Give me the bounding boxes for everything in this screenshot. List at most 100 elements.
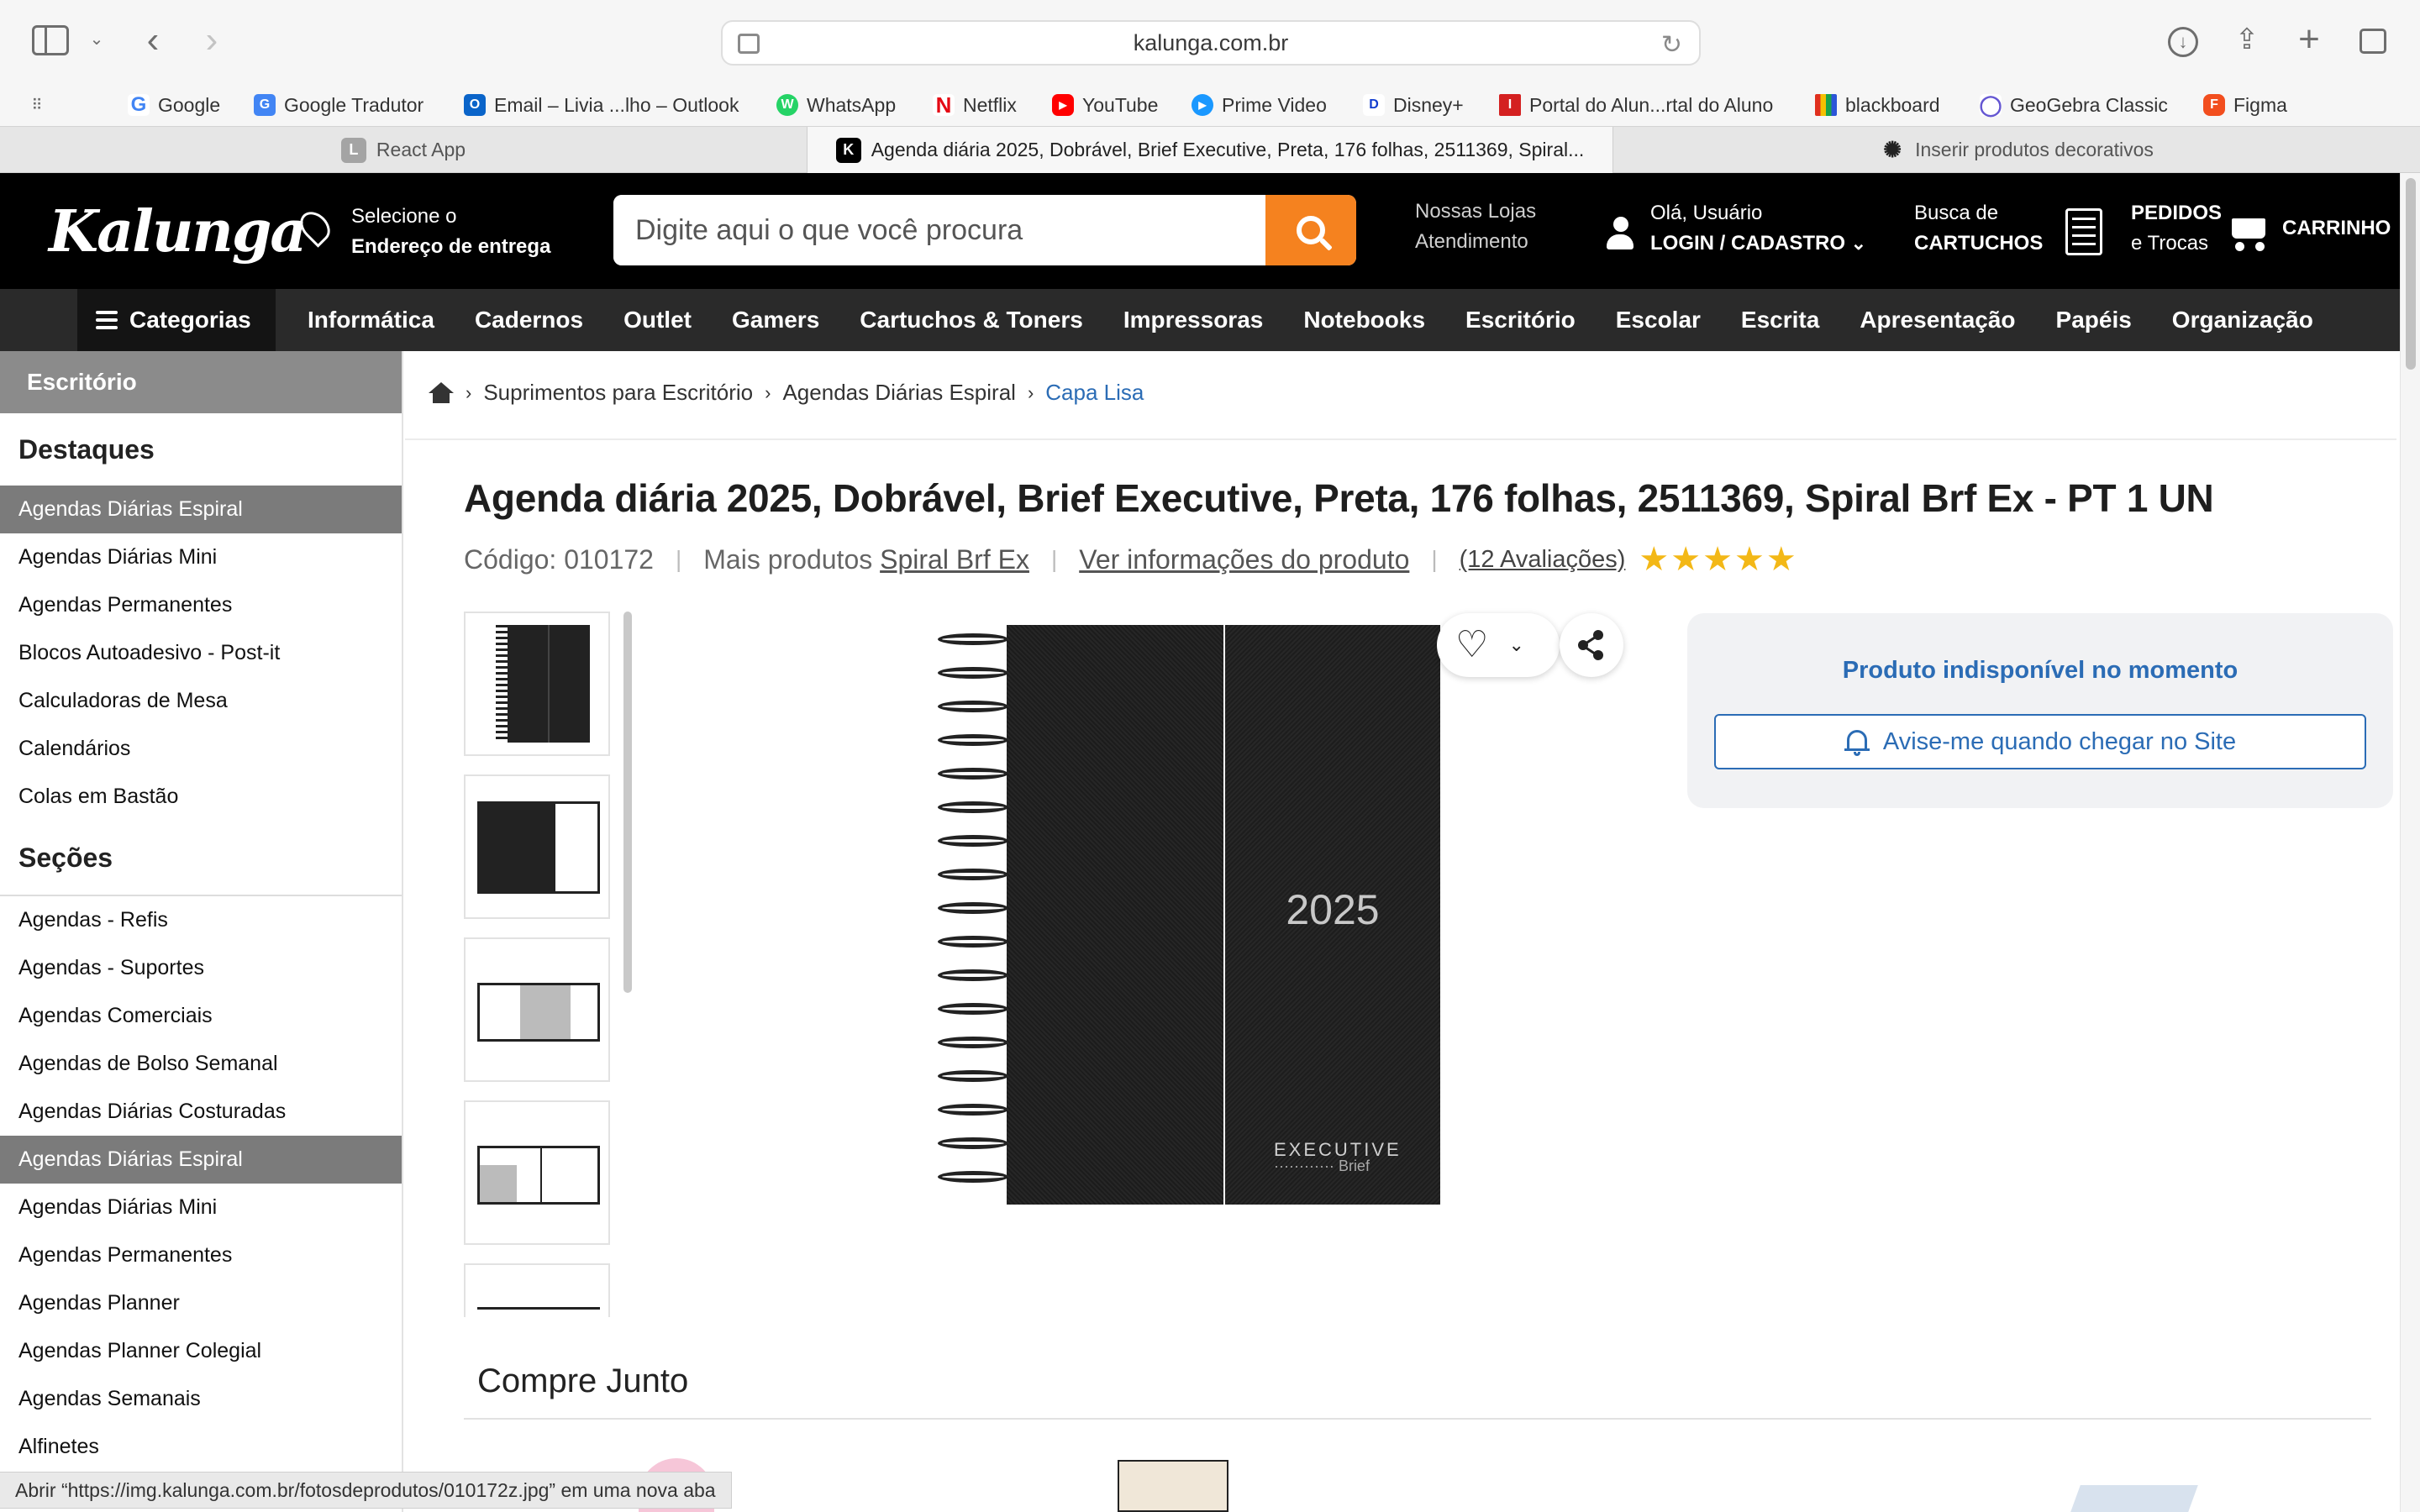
share-icon[interactable]: ⇪ — [2232, 22, 2262, 57]
sidebar-item-agendas-bolso[interactable]: Agendas de Bolso Semanal — [0, 1040, 402, 1088]
orders-link[interactable]: PEDIDOS e Trocas — [2131, 198, 2222, 259]
nav-item-informatica[interactable]: Informática — [308, 307, 434, 333]
nav-item-cadernos[interactable]: Cadernos — [475, 307, 583, 333]
sidebar-item-agendas-refis[interactable]: Agendas - Refis — [0, 896, 402, 944]
bookmark-portal-aluno[interactable]: I Portal do Alun...rtal do Aluno — [1499, 84, 1773, 126]
nav-item-apresentacao[interactable]: Apresentação — [1860, 307, 2015, 333]
nav-item-impressoras[interactable]: Impressoras — [1123, 307, 1264, 333]
sidebar-item-agendas-diarias-espiral[interactable]: Agendas Diárias Espiral — [0, 486, 402, 533]
bookmark-blackboard[interactable]: blackboard — [1815, 84, 1940, 126]
bookmark-outlook[interactable]: O Email – Livia ...lho – Outlook — [464, 84, 739, 126]
page-scrollbar[interactable] — [2400, 173, 2420, 1512]
thumbnail[interactable] — [464, 937, 610, 1082]
ratings-link[interactable]: (12 Avaliações) — [1460, 546, 1626, 574]
bookmark-label: Portal do Alun...rtal do Aluno — [1529, 93, 1774, 116]
related-product-image[interactable] — [2070, 1485, 2198, 1512]
tab-react-app[interactable]: L React App — [0, 127, 807, 173]
product-info-link[interactable]: Ver informações do produto — [1079, 544, 1409, 575]
tab-overview-icon[interactable] — [2360, 29, 2386, 54]
nav-item-cartuchos[interactable]: Cartuchos & Toners — [860, 307, 1083, 333]
favorite-button[interactable]: ♡ ⌄ — [1437, 613, 1560, 677]
nav-item-papeis[interactable]: Papéis — [2056, 307, 2132, 333]
share-button[interactable] — [1560, 613, 1623, 677]
star-icon: ★ — [1670, 541, 1702, 578]
cart-icon[interactable] — [2225, 213, 2267, 252]
cartridge-search-link[interactable]: Busca de CARTUCHOS — [1914, 198, 2043, 259]
sidebar-item-agendas-planner-colegial[interactable]: Agendas Planner Colegial — [0, 1327, 402, 1375]
sidebar-item-agendas-permanentes[interactable]: Agendas Permanentes — [0, 581, 402, 629]
thumbnail[interactable] — [464, 774, 610, 919]
sidebar-item-blocos-post-it[interactable]: Blocos Autoadesivo - Post-it — [0, 629, 402, 677]
downloads-icon[interactable]: ↓ — [2168, 27, 2198, 57]
product-image[interactable]: 2025 EXECUTIVE ············ Brief — [938, 622, 1442, 1205]
sidebar-item-agendas-comerciais[interactable]: Agendas Comerciais — [0, 992, 402, 1040]
breadcrumb-current[interactable]: Capa Lisa — [1045, 380, 1144, 406]
stores-support-links: Nossas Lojas Atendimento — [1415, 197, 1536, 257]
nav-item-escolar[interactable]: Escolar — [1616, 307, 1701, 333]
brand-link[interactable]: Spiral Brf Ex — [880, 544, 1029, 575]
categories-button[interactable]: Categorias — [77, 289, 276, 351]
nav-item-escritorio[interactable]: Escritório — [1465, 307, 1576, 333]
rating-stars[interactable]: ★ ★ ★ ★ ★ — [1639, 543, 1796, 576]
forward-icon[interactable]: › — [198, 19, 225, 60]
breadcrumb-item[interactable]: Agendas Diárias Espiral — [782, 380, 1015, 406]
breadcrumb-item[interactable]: Suprimentos para Escritório — [483, 380, 753, 406]
bookmark-prime-video[interactable]: ▶ Prime Video — [1192, 84, 1327, 126]
sidebar-item-calculadoras[interactable]: Calculadoras de Mesa — [0, 677, 402, 725]
sidebar-item-agendas-planner[interactable]: Agendas Planner — [0, 1279, 402, 1327]
bookmark-whatsapp[interactable]: W WhatsApp — [776, 84, 896, 126]
sidebar-item-alfinetes[interactable]: Alfinetes — [0, 1423, 402, 1471]
thumbnail[interactable] — [464, 612, 610, 756]
bookmark-google-tradutor[interactable]: G Google Tradutor — [254, 84, 424, 126]
reload-icon[interactable]: ↻ — [1661, 30, 1682, 60]
sidebar-toggle-icon[interactable] — [32, 25, 69, 55]
bookmark-figma[interactable]: F Figma — [2203, 84, 2287, 126]
sidebar-item-calendarios[interactable]: Calendários — [0, 725, 402, 773]
chevron-down-icon[interactable]: ⌄ — [87, 29, 106, 49]
site-settings-icon[interactable] — [738, 34, 760, 54]
bookmark-google[interactable]: G Google — [128, 84, 220, 126]
sidebar-item-agendas-mini[interactable]: Agendas Diárias Mini — [0, 1184, 402, 1231]
star-icon: ★ — [1733, 541, 1765, 578]
thumbnail[interactable] — [464, 1100, 610, 1245]
nav-item-notebooks[interactable]: Notebooks — [1303, 307, 1425, 333]
stores-link[interactable]: Nossas Lojas — [1415, 197, 1536, 227]
kalunga-logo[interactable]: Kalunga — [49, 198, 307, 265]
search-input[interactable] — [613, 195, 1265, 265]
nav-item-escrita[interactable]: Escrita — [1741, 307, 1819, 333]
nav-item-gamers[interactable]: Gamers — [732, 307, 819, 333]
bookmark-disney[interactable]: D Disney+ — [1363, 84, 1464, 126]
back-icon[interactable]: ‹ — [139, 19, 166, 60]
delivery-address-selector[interactable]: Selecione o Endereço de entrega — [294, 202, 550, 262]
tab-inserir-produtos[interactable]: ✺ Inserir produtos decorativos — [1613, 127, 2420, 173]
notify-me-button[interactable]: Avise-me quando chegar no Site — [1714, 714, 2366, 769]
search-button[interactable] — [1265, 195, 1356, 265]
scrollbar-thumb[interactable] — [2406, 178, 2416, 370]
new-tab-icon[interactable]: + — [2292, 18, 2326, 60]
bookmark-youtube[interactable]: ▶ YouTube — [1052, 84, 1158, 126]
chevron-down-icon[interactable]: ⌄ — [1508, 634, 1523, 656]
bookmark-geogebra[interactable]: ◯ GeoGebra Classic — [1980, 84, 2168, 126]
thumbnails-scrollbar[interactable] — [623, 612, 632, 993]
sidebar-item-agendas-suportes[interactable]: Agendas - Suportes — [0, 944, 402, 992]
cart-label: CARRINHO — [2282, 217, 2391, 239]
sidebar-item-colas[interactable]: Colas em Bastão — [0, 773, 402, 821]
account-menu[interactable]: Olá, Usuário LOGIN / CADASTRO ⌄ — [1650, 198, 1866, 259]
cart-link[interactable]: CARRINHO — [2282, 213, 2391, 244]
thumbnail[interactable] — [464, 1263, 610, 1317]
sidebar-item-agendas-espiral[interactable]: Agendas Diárias Espiral — [0, 1136, 402, 1184]
sidebar-item-agendas-costuradas[interactable]: Agendas Diárias Costuradas — [0, 1088, 402, 1136]
nav-item-outlet[interactable]: Outlet — [623, 307, 692, 333]
sidebar-item-agendas-permanentes-2[interactable]: Agendas Permanentes — [0, 1231, 402, 1279]
sidebar-item-agendas-diarias-mini[interactable]: Agendas Diárias Mini — [0, 533, 402, 581]
apps-grid-icon[interactable]: ⠿ — [25, 94, 47, 116]
nav-item-organizacao[interactable]: Organização — [2172, 307, 2313, 333]
sidebar-header[interactable]: Escritório — [0, 351, 402, 413]
address-bar[interactable]: kalunga.com.br ↻ — [721, 20, 1701, 66]
support-link[interactable]: Atendimento — [1415, 227, 1536, 257]
home-icon[interactable] — [429, 381, 454, 404]
related-product-image[interactable] — [1118, 1460, 1228, 1512]
bookmark-netflix[interactable]: N Netflix — [933, 84, 1017, 126]
sidebar-item-agendas-semanais[interactable]: Agendas Semanais — [0, 1375, 402, 1423]
tab-kalunga-product[interactable]: K Agenda diária 2025, Dobrável, Brief Ex… — [807, 127, 1613, 173]
